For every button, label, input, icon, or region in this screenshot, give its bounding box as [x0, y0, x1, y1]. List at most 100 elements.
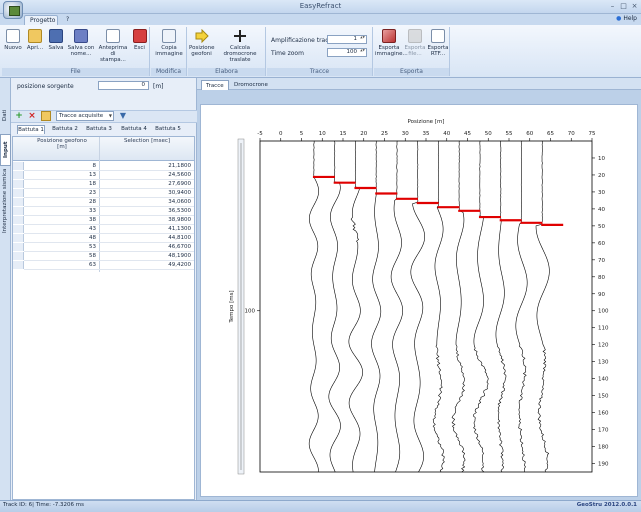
new-button[interactable]: Nuovo: [4, 29, 22, 51]
col-header-position[interactable]: Posizione geofono [m]: [36, 138, 88, 150]
geophone-position-button[interactable]: Posizione geofoni: [189, 28, 215, 57]
status-bar: [0, 500, 641, 512]
add-icon[interactable]: +: [14, 111, 24, 121]
amplification-stepper[interactable]: 1: [327, 35, 367, 44]
save-button[interactable]: Salva: [47, 29, 65, 51]
cell-position[interactable]: 38: [26, 216, 96, 224]
tab-battuta-1[interactable]: Battuta 1: [17, 125, 45, 134]
save-as-button[interactable]: Salva con nome...: [66, 29, 96, 57]
document-icon: [431, 29, 445, 43]
filter-icon[interactable]: ▼: [118, 111, 128, 121]
time-zoom-stepper[interactable]: 100: [327, 48, 367, 57]
export-image-button[interactable]: Esporta immagine...: [375, 29, 408, 57]
source-position-label: posizione sorgente: [17, 83, 74, 90]
cell-selection[interactable]: 27,6900: [102, 180, 191, 188]
app-menu-icon[interactable]: [3, 1, 23, 19]
row-selector[interactable]: [13, 234, 24, 242]
cell-position[interactable]: 48: [26, 234, 96, 242]
group-file-label: File: [2, 68, 149, 76]
y-tick-label: 80: [598, 275, 605, 281]
cell-selection[interactable]: 41,1300: [102, 225, 191, 233]
floppy-icon: [49, 29, 63, 43]
cell-position[interactable]: 8: [26, 162, 97, 170]
delete-icon[interactable]: ×: [27, 111, 37, 121]
row-selector[interactable]: [13, 162, 24, 170]
y-axis-label: Tempo [ms]: [229, 290, 235, 323]
open-folder-icon[interactable]: [41, 111, 51, 121]
cell-position[interactable]: 33: [26, 207, 96, 215]
cell-selection[interactable]: 36,5300: [102, 207, 191, 215]
amplification-label: Amplificazione tracce: [271, 37, 336, 44]
tab-tracce[interactable]: Tracce: [201, 80, 229, 90]
close-button[interactable]: ×: [630, 2, 639, 11]
tab-battuta-3[interactable]: Battuta 3: [84, 125, 114, 134]
print-preview-icon: [106, 29, 120, 43]
row-selector[interactable]: [13, 243, 24, 251]
cell-selection[interactable]: 30,9400: [102, 189, 191, 197]
row-selector[interactable]: [13, 180, 24, 188]
x-tick-label: 0: [279, 131, 283, 137]
tab-progetto[interactable]: Progetto: [24, 15, 58, 25]
row-selector[interactable]: [13, 198, 24, 206]
row-selector[interactable]: [13, 189, 24, 197]
x-tick-label: 60: [526, 131, 533, 137]
y-tick-label: 30: [598, 190, 605, 196]
cell-position[interactable]: 63: [26, 261, 96, 269]
x-tick-label: 25: [381, 131, 388, 137]
export-rtf-button[interactable]: Esporta RTF...: [427, 29, 449, 57]
cell-position[interactable]: 53: [26, 243, 96, 251]
source-position-input[interactable]: 0: [98, 81, 149, 90]
cell-selection[interactable]: 49,4200: [102, 261, 191, 269]
cell-position[interactable]: 23: [26, 189, 96, 197]
vtab-dati-generali[interactable]: Dati generali: [0, 98, 19, 132]
exit-button[interactable]: Esci: [131, 29, 148, 51]
y-tick-label: 170: [598, 428, 609, 434]
y-tick-label: 120: [598, 343, 609, 349]
tab-battuta-4[interactable]: Battuta 4: [118, 125, 150, 134]
cell-selection[interactable]: 21,1800: [102, 162, 191, 170]
copy-icon: [162, 29, 176, 43]
open-button[interactable]: Apri...: [25, 29, 45, 51]
minimize-button[interactable]: –: [608, 2, 617, 11]
tab-question[interactable]: ?: [61, 15, 71, 25]
col-header-selection[interactable]: Selection [msec]: [118, 138, 176, 144]
row-selector[interactable]: [13, 261, 24, 269]
cell-position[interactable]: 43: [26, 225, 96, 233]
seismic-traces-chart[interactable]: Posizione [m] Tempo [ms] -5 0 5 10 15 20 25 30 35 4…: [200, 104, 638, 497]
cell-position[interactable]: 28: [26, 198, 96, 206]
export-file-button[interactable]: Esporta file...: [404, 29, 426, 57]
vtab-interpretazione[interactable]: Interpretazione sismica: [0, 168, 11, 234]
cell-selection[interactable]: 48,1900: [102, 252, 191, 260]
row-selector[interactable]: [13, 252, 24, 260]
row-selector[interactable]: [13, 216, 24, 224]
tab-battuta-2[interactable]: Battuta 2: [50, 125, 80, 134]
y-tick-label: 40: [598, 207, 605, 213]
compute-dromocrone-button[interactable]: Calcola dromocrone traslate: [216, 29, 264, 63]
tab-dromocrone[interactable]: Dromocrone: [230, 80, 272, 90]
print-preview-button[interactable]: Anteprima di stampa...: [98, 29, 128, 63]
cell-position[interactable]: 58: [26, 252, 96, 260]
row-selector[interactable]: [13, 207, 24, 215]
x-axis-label: Posizione [m]: [408, 119, 445, 125]
maximize-button[interactable]: □: [619, 2, 628, 11]
traces-combo[interactable]: Tracce acquisite: [56, 111, 114, 121]
cell-position[interactable]: 13: [26, 171, 96, 179]
vtab-input-dati[interactable]: Input dati: [0, 134, 20, 166]
window-title: EasyRefract: [299, 2, 342, 10]
cell-selection[interactable]: 24,5600: [102, 171, 191, 179]
y-tick-label: 140: [598, 377, 609, 383]
y-tick-label: 50: [598, 224, 605, 230]
cell-selection[interactable]: 46,6700: [102, 243, 191, 251]
cell-selection[interactable]: 38,9800: [102, 216, 191, 224]
image-icon: [382, 29, 396, 43]
cell-selection[interactable]: 34,0600: [102, 198, 191, 206]
floppy-pen-icon: [74, 29, 88, 43]
copy-image-button[interactable]: Copia immagine: [154, 29, 184, 57]
tab-battuta-5[interactable]: Battuta 5: [152, 125, 184, 134]
x-tick-label: 75: [589, 131, 596, 137]
help-link[interactable]: ● Help: [616, 15, 637, 22]
cell-selection[interactable]: 44,8100: [102, 234, 191, 242]
row-selector[interactable]: [13, 171, 24, 179]
cell-position[interactable]: 18: [26, 180, 96, 188]
row-selector[interactable]: [13, 225, 24, 233]
